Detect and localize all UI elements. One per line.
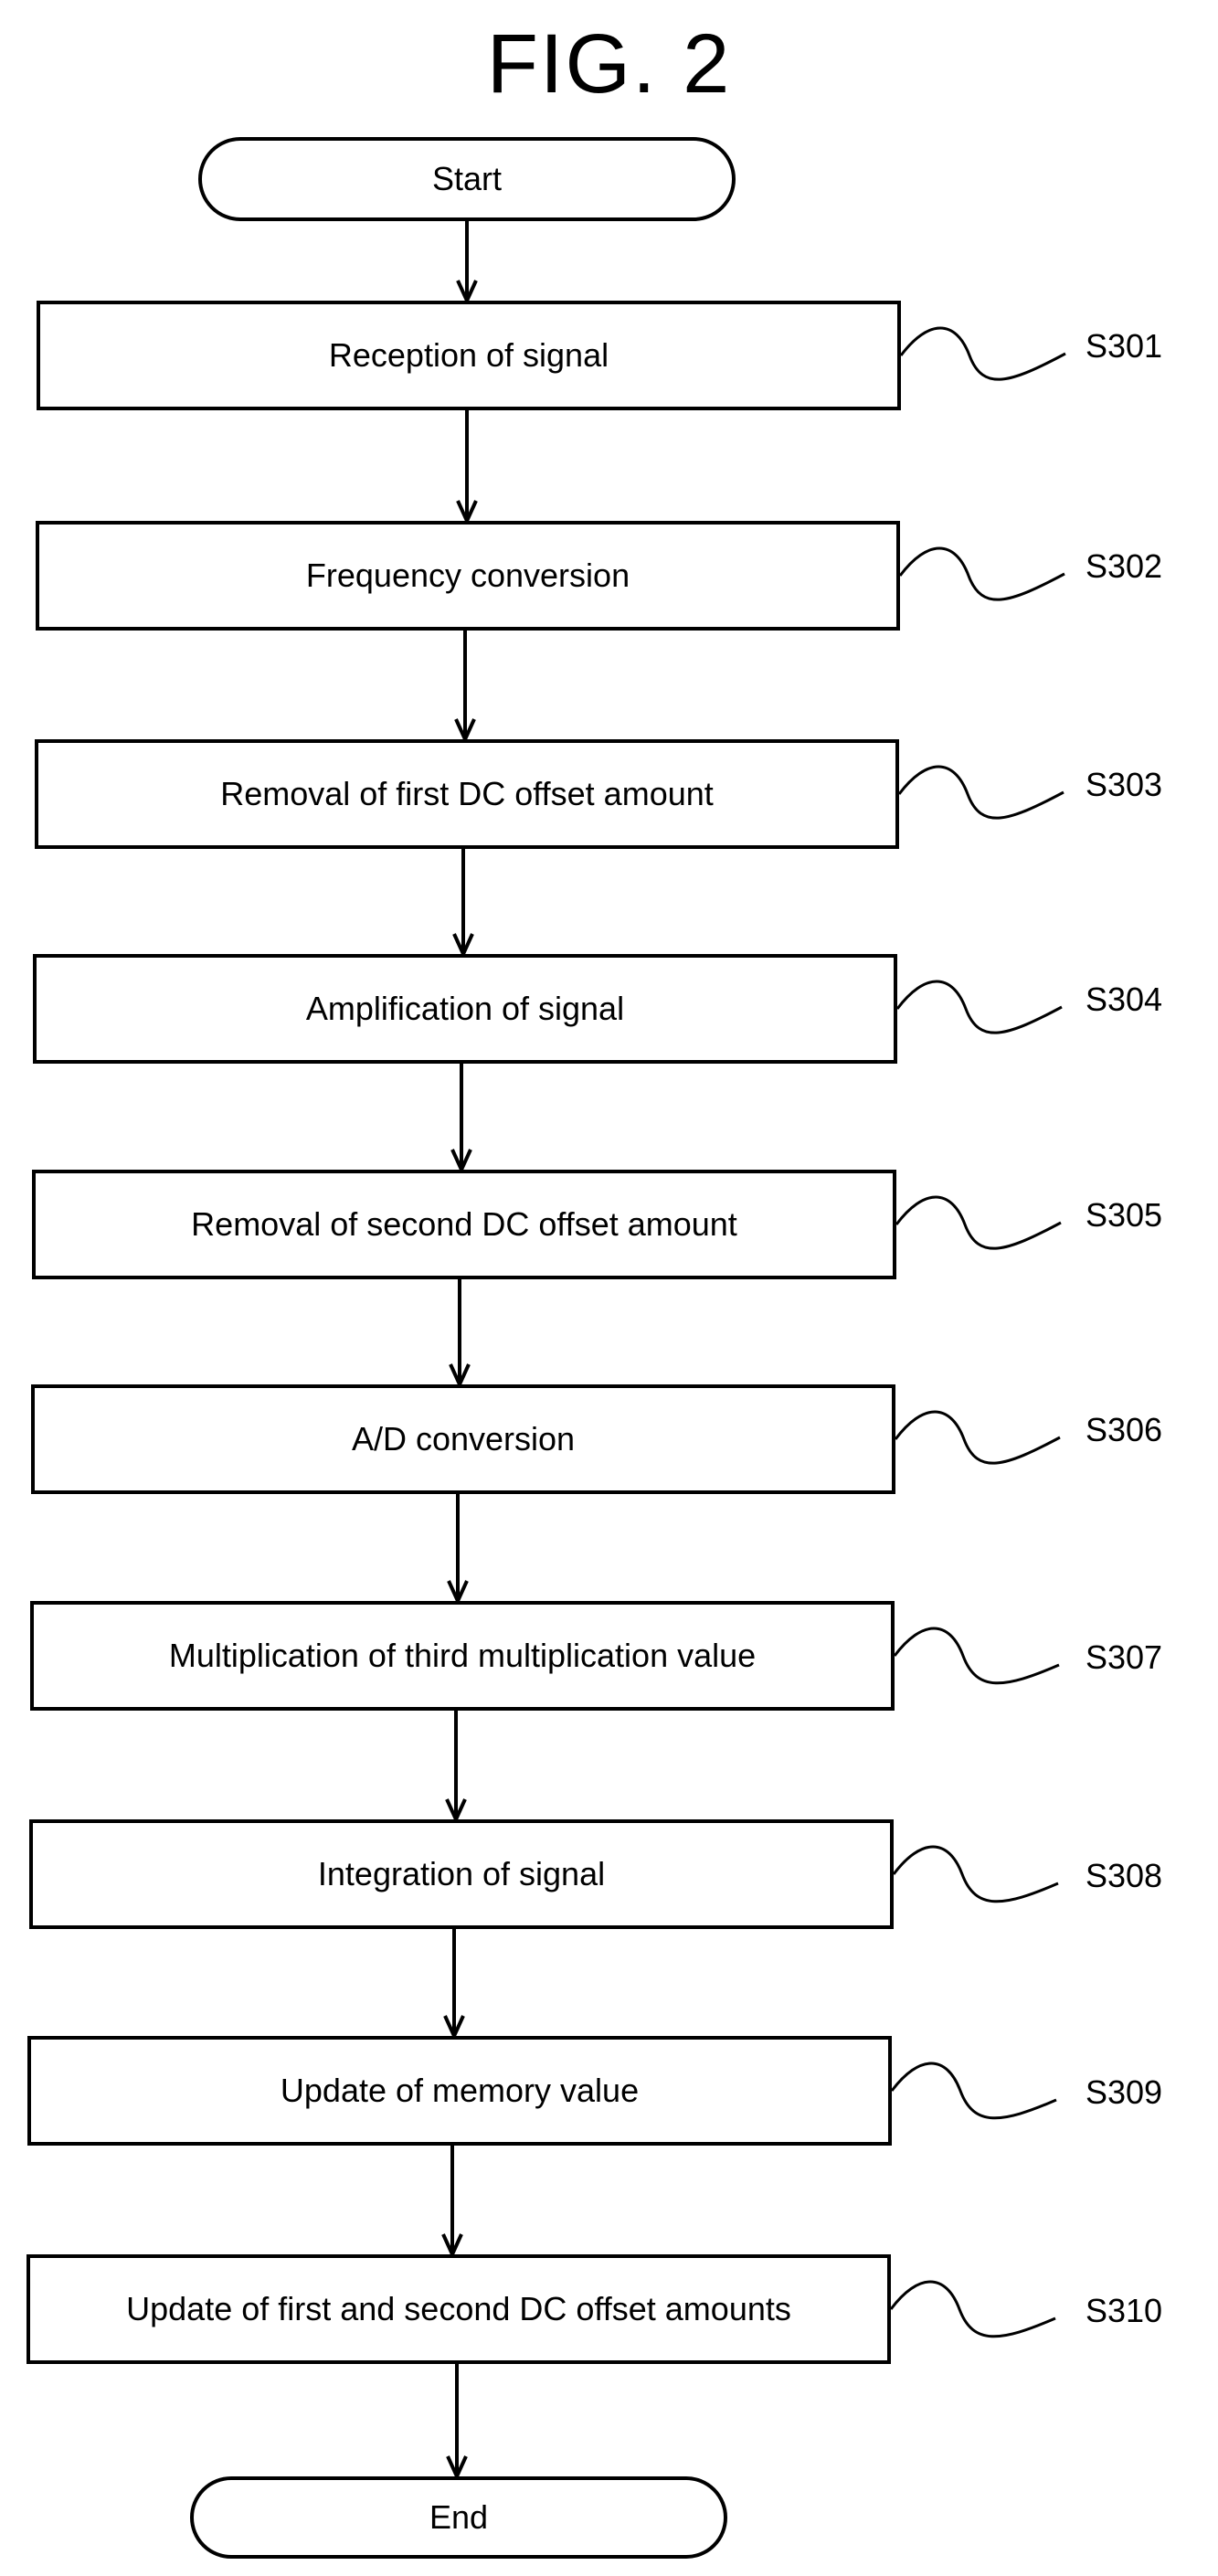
step-box-s304: Amplification of signal [33, 954, 897, 1064]
leader-line [889, 2280, 1056, 2338]
step-text: A/D conversion [351, 1420, 576, 1458]
step-label-s302: S302 [1086, 547, 1163, 585]
start-terminal: Start [198, 137, 736, 221]
leader-line [895, 1195, 1062, 1250]
step-box-s306: A/D conversion [31, 1384, 895, 1494]
step-box-s307: Multiplication of third multiplication v… [30, 1601, 895, 1711]
step-box-s309: Update of memory value [27, 2036, 892, 2146]
step-box-s302: Frequency conversion [36, 521, 900, 631]
step-text: Integration of signal [317, 1855, 606, 1892]
step-text: Amplification of signal [305, 990, 625, 1027]
step-label-s305: S305 [1086, 1196, 1163, 1234]
step-label-s303: S303 [1086, 766, 1163, 803]
step-text: Update of first and second DC offset amo… [126, 2290, 791, 2327]
step-label-s304: S304 [1086, 981, 1163, 1018]
step-label-s306: S306 [1086, 1411, 1163, 1448]
step-box-s310: Update of first and second DC offset amo… [26, 2254, 891, 2364]
step-text: Frequency conversion [305, 557, 630, 594]
step-text: Update of memory value [280, 2072, 640, 2109]
end-terminal: End [190, 2476, 727, 2559]
step-label-s301: S301 [1086, 327, 1163, 365]
step-label-s307: S307 [1086, 1638, 1163, 1676]
step-box-s305: Removal of second DC offset amount [32, 1170, 896, 1279]
leader-line [890, 2062, 1057, 2120]
step-text: Reception of signal [328, 336, 609, 374]
leader-line [892, 1845, 1059, 1903]
step-box-s303: Removal of first DC offset amount [35, 739, 899, 849]
leader-line [898, 546, 1065, 601]
step-text: Removal of second DC offset amount [191, 1205, 737, 1243]
step-label-s309: S309 [1086, 2073, 1163, 2111]
leader-line [897, 765, 1064, 820]
step-label-s310: S310 [1086, 2292, 1163, 2329]
leader-line [895, 980, 1063, 1034]
step-box-s301: Reception of signal [37, 301, 901, 410]
leader-line [894, 1410, 1061, 1465]
step-text: Removal of first DC offset amount [220, 775, 714, 812]
start-label: Start [431, 160, 503, 197]
end-label: End [429, 2498, 489, 2536]
step-label-s308: S308 [1086, 1857, 1163, 1894]
step-text: Multiplication of third multiplication v… [168, 1637, 757, 1674]
leader-line [893, 1627, 1060, 1685]
step-box-s308: Integration of signal [29, 1819, 894, 1929]
leader-line [899, 326, 1066, 381]
